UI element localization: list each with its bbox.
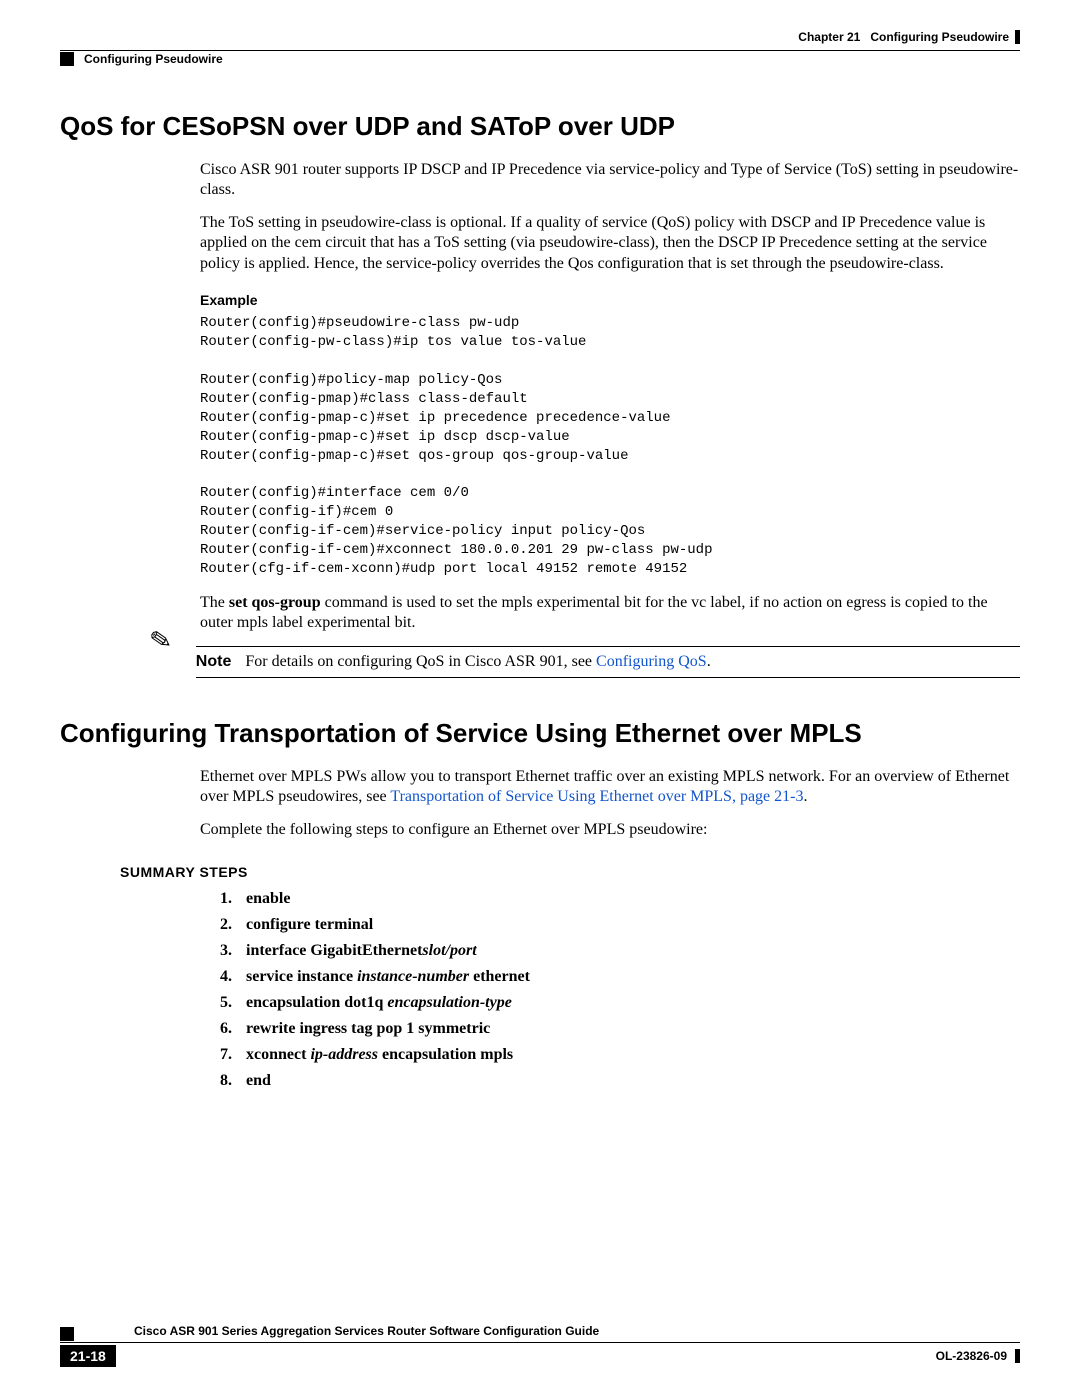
chapter-title: Configuring Pseudowire [870, 30, 1009, 44]
pencil-icon: ✎ [148, 624, 175, 657]
paragraph: The ToS setting in pseudowire-class is o… [200, 213, 1020, 274]
paragraph: The set qos-group command is used to set… [200, 593, 1020, 634]
header-square-icon [60, 52, 74, 66]
doc-id: OL-23826-09 [936, 1349, 1020, 1363]
note-label: Note [196, 653, 232, 670]
summary-step: xconnect ip-address encapsulation mpls [220, 1046, 1020, 1064]
summary-step: encapsulation dot1q encapsulation-type [220, 994, 1020, 1012]
paragraph: Cisco ASR 901 router supports IP DSCP an… [200, 160, 1020, 201]
header-left: Configuring Pseudowire [60, 52, 223, 66]
page-footer: Cisco ASR 901 Series Aggregation Service… [60, 1324, 1020, 1367]
section-breadcrumb: Configuring Pseudowire [84, 52, 223, 66]
summary-step: enable [220, 890, 1020, 908]
code-block: Router(config)#pseudowire-class pw-udp R… [200, 314, 1020, 578]
section-heading-qos: QoS for CESoPSN over UDP and SAToP over … [60, 111, 1020, 142]
paragraph: Ethernet over MPLS PWs allow you to tran… [200, 767, 1020, 808]
paragraph: Complete the following steps to configur… [200, 820, 1020, 840]
summary-steps-label: SUMMARY STEPS [120, 864, 1020, 880]
footer-guide-title: Cisco ASR 901 Series Aggregation Service… [124, 1324, 1020, 1338]
link-transportation-mpls[interactable]: Transportation of Service Using Ethernet… [390, 788, 803, 805]
summary-step: end [220, 1072, 1020, 1090]
example-label: Example [200, 292, 1020, 308]
header-right: Chapter 21 Configuring Pseudowire [798, 30, 1020, 44]
section-heading-mpls: Configuring Transportation of Service Us… [60, 718, 1020, 749]
note-text: NoteFor details on configuring QoS in Ci… [196, 653, 1020, 671]
link-configuring-qos[interactable]: Configuring QoS [596, 653, 707, 670]
summary-step: interface GigabitEthernetslot/port [220, 942, 1020, 960]
page-number: 21-18 [60, 1345, 116, 1367]
footer-right-bar-icon [1015, 1349, 1020, 1363]
header-right-bar-icon [1015, 30, 1020, 44]
summary-step: configure terminal [220, 916, 1020, 934]
summary-step: service instance instance-number etherne… [220, 968, 1020, 986]
summary-step: rewrite ingress tag pop 1 symmetric [220, 1020, 1020, 1038]
summary-steps-list: enable configure terminal interface Gigabi… [220, 890, 1020, 1090]
chapter-label: Chapter 21 [798, 30, 860, 44]
footer-square-icon [60, 1327, 74, 1341]
